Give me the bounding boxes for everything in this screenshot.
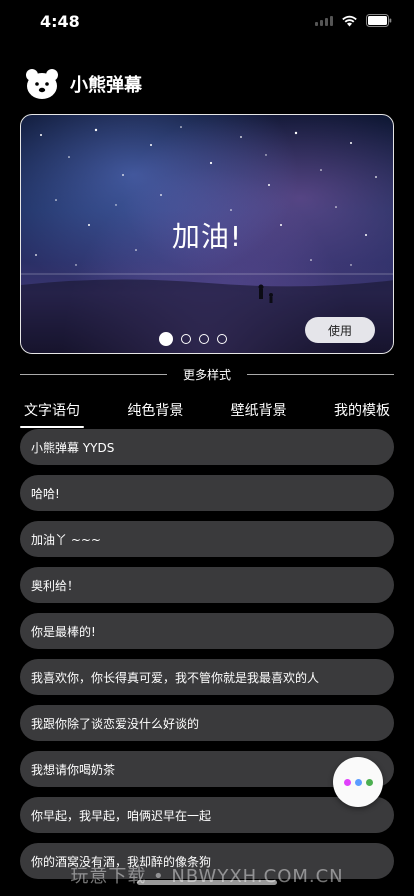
wifi-icon [341,15,358,27]
cellular-signal-icon [315,15,333,26]
tab-text-phrases[interactable]: 文字语句 [20,398,84,428]
style-preview-banner[interactable]: 加油! 使用 [20,114,394,354]
app-header: 小熊弹幕 [24,66,142,102]
category-tabs: 文字语句 纯色背景 壁纸背景 我的模板 [20,398,394,428]
battery-icon [366,14,392,27]
phrase-item[interactable]: 我喜欢你，你长得真可爱，我不管你就是我最喜欢的人 [20,659,394,695]
phrase-item[interactable]: 奥利给！ [20,567,394,603]
divider-line-left [20,373,167,375]
phrase-item[interactable]: 加油丫 ~~~ [20,521,394,557]
phrase-item[interactable]: 你是最棒的! [20,613,394,649]
tab-my-templates[interactable]: 我的模板 [330,398,394,424]
divider-line-right [247,373,395,375]
more-styles-divider: 更多样式 [20,366,395,382]
home-indicator [137,880,277,885]
more-options-button[interactable] [333,757,383,807]
pager-dot-3[interactable] [199,334,209,344]
phrase-item[interactable]: 小熊弹幕 YYDS [20,429,394,465]
status-bar: 4:48 [0,0,414,44]
fab-dot-blue [354,778,362,786]
status-icons [315,14,392,27]
fab-dot-pink [343,778,351,786]
phrase-list: 小熊弹幕 YYDS 哈哈! 加油丫 ~~~ 奥利给！ 你是最棒的! 我喜欢你，你… [20,429,394,889]
phrase-item[interactable]: 你早起，我早起，咱俩迟早在一起 [20,797,394,833]
tab-wallpaper-background[interactable]: 壁纸背景 [227,398,291,424]
fab-dot-green [365,778,373,786]
phrase-item[interactable]: 哈哈! [20,475,394,511]
pager-dot-4[interactable] [217,334,227,344]
use-button[interactable]: 使用 [305,317,375,343]
pager-dot-1[interactable] [159,332,173,346]
bear-logo-icon [24,66,60,102]
status-time: 4:48 [40,12,80,31]
app-title: 小熊弹幕 [70,75,142,96]
phrase-item[interactable]: 我跟你除了谈恋爱没什么好谈的 [20,705,394,741]
more-styles-label: 更多样式 [183,367,232,382]
tab-solid-background[interactable]: 纯色背景 [123,398,187,424]
pager-dot-2[interactable] [181,334,191,344]
banner-preview-text: 加油! [171,220,243,253]
